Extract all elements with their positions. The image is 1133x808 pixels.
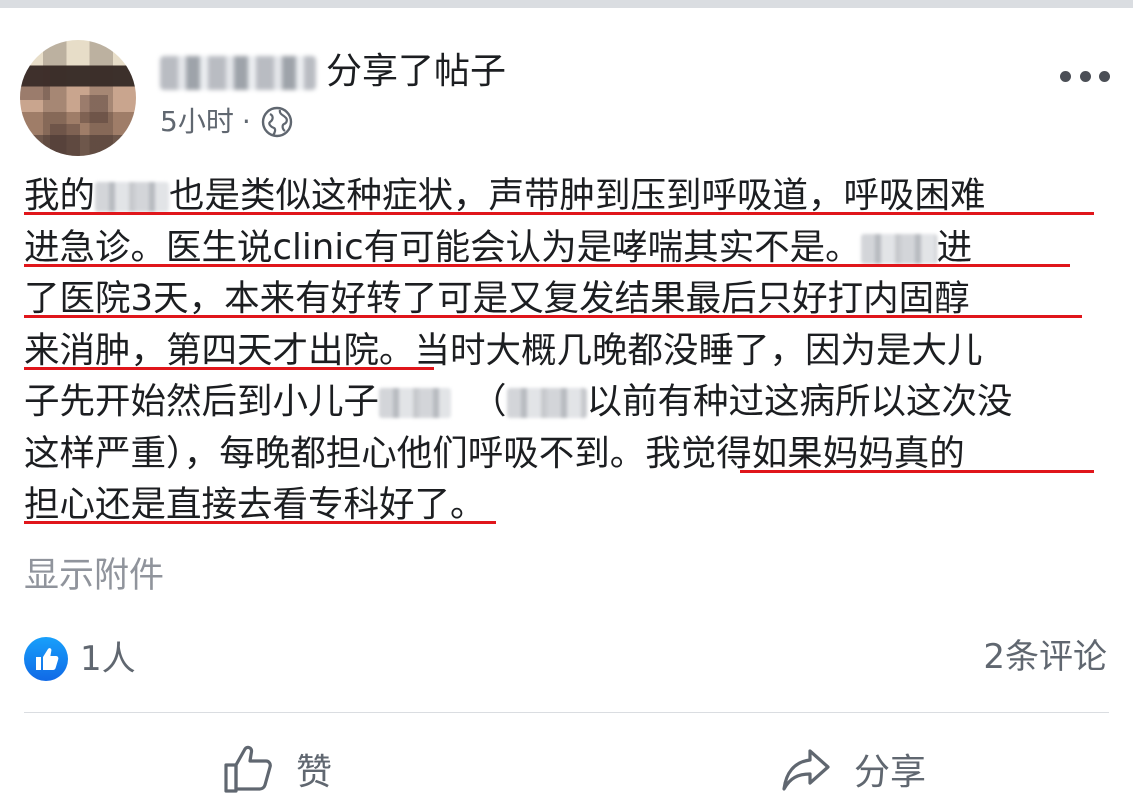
meta-separator: ·: [241, 105, 251, 138]
red-underline: [740, 469, 1094, 473]
redacted-name: [506, 388, 587, 418]
post-text-segment: 。: [450, 484, 486, 525]
post-text-segment: 进急诊。医生说clinic有可能会认为是哮喘其实不是。: [24, 226, 861, 268]
post-text-segment: 担心还是直接去看专科好了: [24, 484, 451, 525]
red-underline: [24, 263, 1070, 267]
share-button[interactable]: 分享: [780, 740, 926, 798]
author-name-redacted[interactable]: [160, 56, 316, 90]
post-text-segment: 我的: [24, 175, 96, 216]
top-bar: [0, 0, 1133, 8]
post-text-segment: 进: [936, 226, 973, 268]
post-action-text: 分享了帖子: [326, 51, 507, 92]
post-body: 我的 也是类似这种症状，声带肿到压到呼吸道，呼吸困难 进急诊。医生说clinic有…: [24, 170, 1114, 531]
red-underline: [24, 521, 496, 524]
avatar[interactable]: [20, 40, 136, 156]
redacted-name: [860, 233, 937, 264]
post-time[interactable]: 5小时: [160, 104, 234, 140]
more-options-icon[interactable]: [1060, 64, 1110, 88]
post-line: 进急诊。医生说clinic有可能会认为是哮喘其实不是。 进: [24, 222, 1114, 274]
redacted-name: [379, 388, 452, 418]
like-reaction-icon[interactable]: [24, 637, 68, 681]
post-meta: 5小时 ·: [160, 104, 293, 140]
share-label: 分享: [854, 752, 927, 793]
red-underline: [24, 212, 1094, 215]
post-text-segment: 了医院3天，本来有好转了可是又复发结果最后只好打内固醇: [24, 278, 970, 319]
share-arrow-icon: [782, 749, 830, 791]
post-line: 来消肿，第四天才出院。当时大概几晚都没睡了，因为是大儿: [24, 325, 1114, 377]
post-text-segment: 来消肿，第四天才出院。当时大概几晚都没睡了，因为是大儿: [24, 329, 983, 371]
post-text-segment: 以前有种过这病所以这次没: [586, 381, 1013, 422]
like-label: 赞: [296, 752, 333, 793]
red-underline: [24, 315, 1082, 318]
like-count[interactable]: 1人: [80, 636, 136, 682]
comment-count[interactable]: 2条评论: [983, 634, 1107, 680]
like-button[interactable]: 赞: [222, 740, 332, 798]
red-underline: [24, 366, 434, 370]
show-attachments-link[interactable]: 显示附件: [24, 553, 164, 599]
post-line: 子先开始然后到小儿子 （ 以前有种过这病所以这次没: [24, 376, 1114, 428]
post-text-segment: 子先开始然后到小儿子: [24, 381, 380, 422]
post-line: 担心还是直接去看专科好了。: [24, 479, 1114, 531]
post-line: 我的 也是类似这种症状，声带肿到压到呼吸道，呼吸困难: [24, 170, 1114, 222]
thumbs-up-icon: [224, 745, 272, 793]
post-text-segment: 也是类似这种症状，声带肿到压到呼吸道，呼吸困难: [169, 175, 986, 216]
redacted-name: [95, 182, 170, 212]
post-text-segment: （: [471, 381, 507, 422]
post-text-segment: 这样严重），每晚都担心他们呼吸不到。我觉得如果妈妈真的: [24, 432, 965, 474]
globe-icon[interactable]: [261, 106, 293, 138]
post-line: 了医院3天，本来有好转了可是又复发结果最后只好打内固醇: [24, 273, 1114, 325]
divider: [24, 712, 1109, 713]
post-line: 这样严重），每晚都担心他们呼吸不到。我觉得如果妈妈真的: [24, 428, 1114, 480]
